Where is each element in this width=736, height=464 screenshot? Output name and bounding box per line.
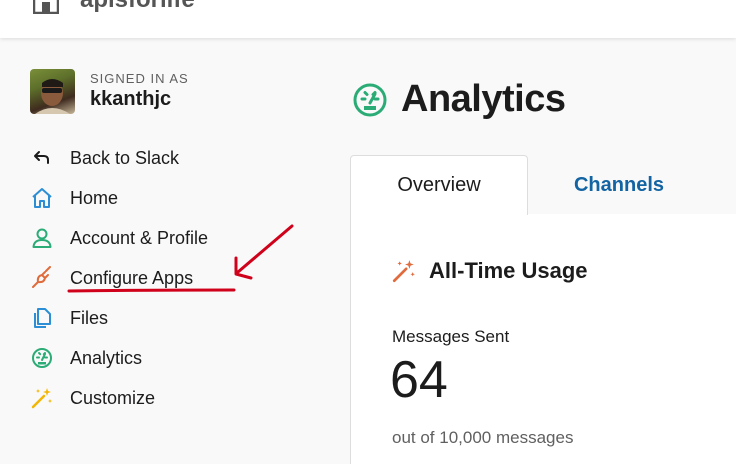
signed-in-label: SIGNED IN AS xyxy=(90,71,189,86)
main-content: Analytics Overview Channels All-Time Usa… xyxy=(340,38,736,464)
sidebar-item-label: Configure Apps xyxy=(70,267,194,288)
sidebar-item-label: Customize xyxy=(70,387,156,408)
sidebar-item-label: Analytics xyxy=(70,347,143,368)
tab-bar: Overview Channels xyxy=(350,155,736,215)
username: kkanthjc xyxy=(90,88,172,110)
home-icon xyxy=(30,186,54,210)
plug-icon xyxy=(30,266,54,290)
section-title: All-Time Usage xyxy=(429,258,588,283)
top-header: apisforlife xyxy=(0,0,736,38)
sidebar-item-label: Files xyxy=(70,307,109,328)
sidebar-item-account-profile[interactable]: Account & Profile xyxy=(30,224,208,252)
sidebar-item-home[interactable]: Home xyxy=(30,184,118,212)
magic-wand-icon xyxy=(30,386,54,410)
sidebar-item-files[interactable]: Files xyxy=(30,304,108,332)
sidebar-item-configure-apps[interactable]: Configure Apps xyxy=(30,264,193,292)
section-header: All-Time Usage xyxy=(391,258,588,284)
team-building-icon xyxy=(33,0,59,14)
sidebar-item-label: Back to Slack xyxy=(70,147,180,168)
page-header: Analytics xyxy=(352,78,566,121)
tab-overview[interactable]: Overview xyxy=(350,155,528,215)
sidebar-item-analytics[interactable]: Analytics xyxy=(30,344,142,372)
sidebar-item-label: Account & Profile xyxy=(70,227,209,248)
stat-sublabel: out of 10,000 messages xyxy=(392,428,574,447)
back-arrow-icon xyxy=(30,146,54,170)
stat-label: Messages Sent xyxy=(392,327,510,346)
sidebar: SIGNED IN AS kkanthjc Back to Slack Home… xyxy=(0,38,340,456)
avatar xyxy=(30,69,75,114)
sidebar-item-back-to-slack[interactable]: Back to Slack xyxy=(30,144,179,172)
speedometer-icon xyxy=(353,83,387,116)
speedometer-icon xyxy=(30,346,54,370)
stat-value: 64 xyxy=(390,351,448,409)
team-name[interactable]: apisforlife xyxy=(80,0,195,14)
magic-wand-icon xyxy=(392,260,415,283)
sidebar-item-customize[interactable]: Customize xyxy=(30,384,155,412)
tab-channels[interactable]: Channels xyxy=(530,155,708,215)
files-icon xyxy=(30,306,54,330)
page-title: Analytics xyxy=(401,78,566,120)
sidebar-item-label: Home xyxy=(70,187,119,208)
user-icon xyxy=(30,226,54,250)
usage-card: All-Time Usage Messages Sent 64 out of 1… xyxy=(350,214,736,464)
